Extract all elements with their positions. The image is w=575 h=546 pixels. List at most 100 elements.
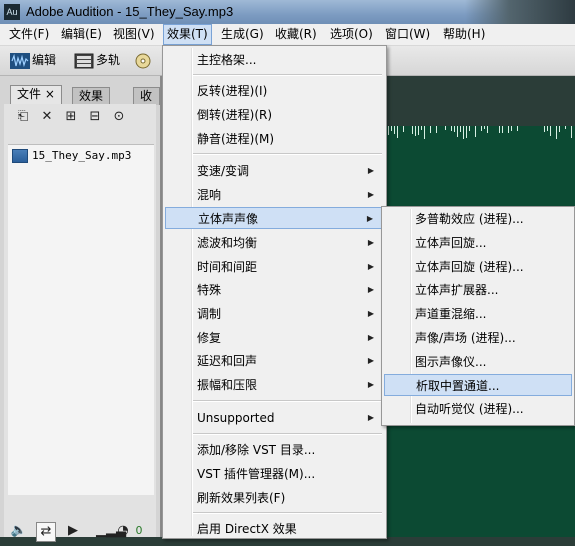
menu-item-label: Unsupported: [197, 411, 275, 425]
submenu-arrow-icon: ▶: [367, 333, 374, 342]
menu-item-stereo-imagery[interactable]: 立体声声像 ▶: [165, 207, 384, 229]
submenu-item-graphic-panner[interactable]: 图示声像仪...: [384, 351, 572, 373]
menu-item-refresh-effects[interactable]: 刷新效果列表(F): [165, 487, 384, 509]
menu-item-silence[interactable]: 静音(进程)(M): [165, 128, 384, 150]
submenu-item-label: 析取中置通道...: [416, 379, 500, 393]
waveform-peak: [469, 126, 470, 131]
speaker-icon[interactable]: 🔈: [10, 522, 28, 540]
edit-view-button[interactable]: 编辑: [10, 50, 56, 71]
open-file-icon[interactable]: ⎗: [14, 108, 32, 126]
submenu-item-doppler-shifter[interactable]: 多普勒效应 (进程)...: [384, 208, 572, 230]
menu-view[interactable]: 视图(V): [110, 25, 158, 44]
panel-tabs: 文件 × 效果 收藏: [0, 84, 160, 120]
waveform-peak: [421, 126, 422, 130]
submenu-item-center-channel-extractor[interactable]: 析取中置通道...: [384, 374, 572, 396]
waveform-peak: [571, 126, 572, 138]
multitrack-view-label: 多轨: [96, 53, 121, 67]
autoplay-icon[interactable]: ⊙: [110, 108, 128, 126]
submenu-arrow-icon: ▶: [367, 190, 374, 199]
effects-dropdown-menu: 主控格架... 反转(进程)(I) 倒转(进程)(R) 静音(进程)(M) 变速…: [162, 45, 387, 539]
submenu-arrow-icon: ▶: [366, 214, 373, 223]
menu-item-label: 特殊: [197, 283, 222, 297]
menu-item-label: 反转(进程)(I): [197, 84, 268, 98]
insert-cd-icon[interactable]: ⊟: [86, 108, 104, 126]
waveform-peaks: [386, 126, 575, 140]
menu-help[interactable]: 帮助(H): [440, 25, 488, 44]
menu-edit[interactable]: 编辑(E): [58, 25, 105, 44]
file-item[interactable]: 15_They_Say.mp3: [32, 148, 131, 164]
waveform-peak: [391, 126, 392, 131]
submenu-item-pan-expand[interactable]: 声像/声场 (进程)...: [384, 327, 572, 349]
menu-item-mastering-rack[interactable]: 主控格架...: [165, 49, 384, 71]
play-icon[interactable]: ▶: [64, 522, 82, 540]
submenu-item-stereo-rotate[interactable]: 立体声回旋...: [384, 232, 572, 254]
submenu-item-stereo-expander[interactable]: 立体声扩展器...: [384, 279, 572, 301]
volume-bars-icon: ▁▂▃: [96, 523, 126, 538]
menu-separator: [193, 400, 382, 402]
close-file-icon[interactable]: ✕: [38, 108, 56, 126]
edit-view-label: 编辑: [32, 53, 57, 67]
waveform-peak: [547, 126, 548, 131]
menu-item-reverb[interactable]: 混响 ▶: [165, 184, 384, 206]
submenu-arrow-icon: ▶: [367, 166, 374, 175]
waveform-peak: [565, 126, 566, 129]
menu-options[interactable]: 选项(O): [327, 25, 376, 44]
menu-item-label: 静音(进程)(M): [197, 132, 275, 146]
menu-item-delay-echo[interactable]: 延迟和回声 ▶: [165, 350, 384, 372]
waveform-peak: [499, 126, 500, 133]
menu-item-label: 调制: [197, 307, 222, 321]
waveform-peak: [508, 126, 509, 133]
menu-item-amplitude[interactable]: 振幅和压限 ▶: [165, 374, 384, 396]
waveform-peak: [436, 126, 437, 133]
title-bar-fade: [465, 0, 575, 24]
menu-item-vst-manager[interactable]: VST 插件管理器(M)...: [165, 463, 384, 485]
multitrack-view-button[interactable]: 多轨: [74, 50, 120, 71]
loop-icon[interactable]: ⇄: [36, 522, 56, 542]
menu-favorites[interactable]: 收藏(R): [272, 25, 320, 44]
tab-effects[interactable]: 效果: [72, 87, 111, 105]
insert-multitrack-icon[interactable]: ⊞: [62, 108, 80, 126]
menu-item-filter-eq[interactable]: 滤波和均衡 ▶: [165, 232, 384, 254]
menu-item-restoration[interactable]: 修复 ▶: [165, 327, 384, 349]
cd-icon: [134, 53, 154, 69]
file-list: 15_They_Say.mp3: [8, 144, 154, 495]
submenu-arrow-icon: ▶: [367, 238, 374, 247]
menu-item-time-pitch[interactable]: 变速/变调 ▶: [165, 160, 384, 182]
submenu-arrow-icon: ▶: [367, 356, 374, 365]
tab-files[interactable]: 文件 ×: [10, 85, 62, 105]
submenu-item-channel-mixer[interactable]: 声道重混缩...: [384, 303, 572, 325]
menu-item-modulation[interactable]: 调制 ▶: [165, 303, 384, 325]
submenu-item-binaural-autopanner[interactable]: 自动听觉仪 (进程)...: [384, 398, 572, 420]
files-panel-body: ⎗ ✕ ⊞ ⊟ ⊙ 15_They_Say.mp3 🔈 ⇄ ▶ ▁▂▃ ◔ 0: [4, 104, 156, 542]
waveform-peak: [457, 126, 458, 137]
tab-favorites[interactable]: 收藏: [133, 87, 160, 120]
menu-item-vst-directories[interactable]: 添加/移除 VST 目录...: [165, 439, 384, 461]
close-icon[interactable]: ×: [45, 87, 55, 101]
waveform-peak: [463, 126, 464, 139]
waveform-peak: [445, 126, 446, 130]
waveform-peak: [451, 126, 452, 131]
submenu-item-label: 立体声回旋 (进程)...: [415, 260, 524, 274]
menu-item-label: 修复: [197, 331, 222, 345]
menu-effects[interactable]: 效果(T): [163, 24, 212, 45]
submenu-item-stereo-rotate-process[interactable]: 立体声回旋 (进程)...: [384, 256, 572, 278]
menu-item-label: 混响: [197, 188, 222, 202]
menu-item-special[interactable]: 特殊 ▶: [165, 279, 384, 301]
audio-file-icon: [12, 149, 28, 163]
menu-item-label: 刷新效果列表(F): [197, 491, 286, 505]
waveform-peak: [454, 126, 455, 132]
cd-view-button[interactable]: [134, 50, 156, 71]
menu-window[interactable]: 窗口(W): [382, 25, 433, 44]
submenu-arrow-icon: ▶: [367, 380, 374, 389]
menu-item-reverse[interactable]: 倒转(进程)(R): [165, 104, 384, 126]
waveform-peak: [415, 126, 416, 136]
menu-file[interactable]: 文件(F): [6, 25, 52, 44]
waveform-peak: [484, 126, 485, 129]
menu-item-invert[interactable]: 反转(进程)(I): [165, 80, 384, 102]
waveform-icon: [10, 52, 30, 69]
menu-item-time-space[interactable]: 时间和间距 ▶: [165, 256, 384, 278]
menu-item-unsupported[interactable]: Unsupported ▶: [165, 407, 384, 429]
menu-item-label: 添加/移除 VST 目录...: [197, 443, 316, 457]
menu-generate[interactable]: 生成(G): [218, 25, 267, 44]
submenu-item-label: 声道重混缩...: [415, 307, 487, 321]
